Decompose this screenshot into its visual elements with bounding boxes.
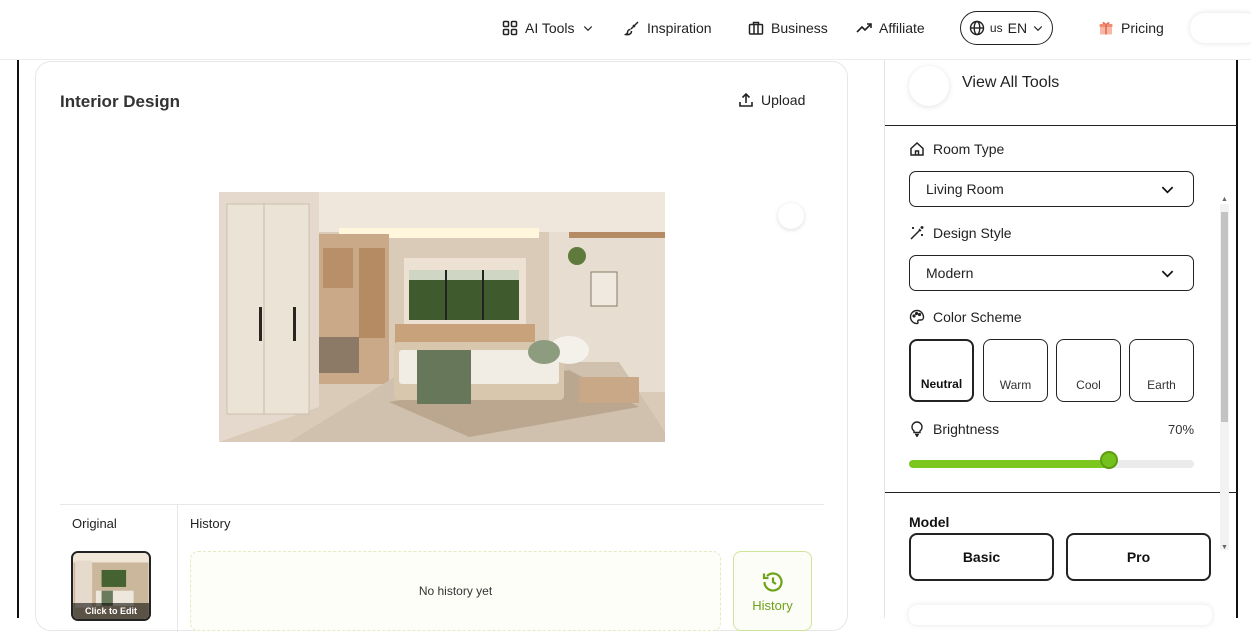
column-divider bbox=[177, 505, 178, 632]
nav-affiliate-label: Affiliate bbox=[879, 20, 925, 36]
model-basic-label: Basic bbox=[962, 549, 1001, 565]
section-divider bbox=[60, 504, 824, 505]
chevron-down-icon bbox=[1161, 270, 1174, 278]
room-type-heading: Room Type bbox=[909, 141, 1004, 157]
history-empty-state: No history yet bbox=[190, 551, 721, 631]
generate-area bbox=[909, 605, 1212, 625]
nav-ai-tools-label: AI Tools bbox=[525, 20, 575, 36]
thumbnail-caption: Click to Edit bbox=[73, 603, 149, 619]
view-all-tools-label: View All Tools bbox=[962, 74, 1060, 91]
design-style-heading: Design Style bbox=[909, 225, 1012, 241]
brush-icon bbox=[624, 21, 639, 36]
brightness-label: Brightness bbox=[933, 421, 1000, 437]
model-pro-button[interactable]: Pro bbox=[1066, 533, 1211, 581]
compare-toggle[interactable] bbox=[778, 203, 804, 229]
home-icon bbox=[910, 141, 924, 156]
brightness-slider-handle[interactable] bbox=[1100, 451, 1118, 469]
design-style-value: Modern bbox=[926, 265, 974, 281]
page-title: Interior Design bbox=[60, 92, 180, 111]
color-scheme-label: Color Scheme bbox=[933, 309, 1022, 325]
design-style-select[interactable]: Modern bbox=[909, 255, 1194, 291]
swatch-label: Warm bbox=[999, 378, 1032, 392]
settings-scroll-area: Room Type Living Room Design Style Moder… bbox=[885, 126, 1237, 551]
upload-label: Upload bbox=[761, 92, 806, 108]
nav-business-label: Business bbox=[771, 20, 828, 36]
scroll-down-arrow[interactable]: ▼ bbox=[1220, 544, 1229, 551]
nav-pricing-label: Pricing bbox=[1121, 20, 1164, 36]
model-basic-button[interactable]: Basic bbox=[909, 533, 1054, 581]
history-button[interactable]: History bbox=[733, 551, 812, 631]
room-type-value: Living Room bbox=[926, 181, 1004, 197]
editor-card: Interior Design Upload Original History … bbox=[35, 61, 848, 632]
color-scheme-warm[interactable]: Warm bbox=[983, 339, 1048, 402]
history-icon bbox=[762, 571, 783, 592]
gift-icon bbox=[1099, 22, 1113, 35]
settings-scrollbar-thumb[interactable] bbox=[1221, 212, 1228, 422]
view-all-tools[interactable]: View All Tools bbox=[885, 60, 1237, 126]
brightness-value: 70% bbox=[1168, 422, 1195, 437]
nav-affiliate[interactable]: Affiliate bbox=[856, 0, 925, 56]
settings-panel: View All Tools Room Type Living Room Des… bbox=[884, 60, 1237, 618]
briefcase-icon bbox=[748, 21, 764, 35]
language-selector[interactable]: us EN bbox=[960, 11, 1053, 45]
lightbulb-icon bbox=[911, 421, 923, 437]
swatch-label: Neutral bbox=[920, 377, 963, 391]
palette-icon bbox=[909, 309, 925, 325]
original-thumbnail[interactable]: Click to Edit bbox=[71, 551, 151, 621]
globe-icon bbox=[969, 20, 985, 36]
scroll-up-arrow[interactable]: ▲ bbox=[1220, 196, 1229, 203]
room-type-label: Room Type bbox=[933, 141, 1005, 157]
room-preview-image[interactable] bbox=[219, 192, 665, 442]
history-label: History bbox=[190, 516, 231, 531]
upload-button[interactable]: Upload bbox=[738, 92, 805, 108]
tools-avatar bbox=[909, 66, 949, 106]
nav-business[interactable]: Business bbox=[748, 0, 828, 56]
trending-up-icon bbox=[856, 23, 872, 33]
brightness-slider-fill bbox=[909, 460, 1109, 468]
design-style-label: Design Style bbox=[933, 225, 1012, 241]
model-label: Model bbox=[909, 514, 950, 530]
upload-icon bbox=[739, 92, 753, 107]
no-history-text: No history yet bbox=[418, 584, 493, 598]
color-scheme-earth[interactable]: Earth bbox=[1129, 339, 1194, 402]
magic-wand-icon bbox=[910, 226, 924, 240]
nav-inspiration[interactable]: Inspiration bbox=[624, 0, 712, 56]
nav-inspiration-label: Inspiration bbox=[647, 20, 712, 36]
chevron-down-icon bbox=[1033, 26, 1043, 32]
color-scheme-neutral[interactable]: Neutral bbox=[909, 339, 974, 402]
swatch-label: Earth bbox=[1147, 378, 1176, 392]
top-nav: AI Tools Inspiration Business Affiliate … bbox=[0, 0, 1251, 60]
room-type-select[interactable]: Living Room bbox=[909, 171, 1194, 207]
model-pro-label: Pro bbox=[1126, 549, 1151, 565]
chevron-down-icon bbox=[583, 26, 592, 32]
original-label: Original bbox=[72, 516, 117, 531]
language-code: EN bbox=[1007, 20, 1028, 36]
history-button-label: History bbox=[752, 597, 793, 613]
page-border-left bbox=[17, 60, 19, 618]
color-scheme-cool[interactable]: Cool bbox=[1056, 339, 1121, 402]
color-scheme-heading: Color Scheme bbox=[909, 309, 1022, 325]
chevron-down-icon bbox=[1161, 186, 1174, 194]
nav-pricing[interactable]: Pricing bbox=[1098, 0, 1164, 56]
language-flag: us bbox=[989, 21, 1003, 35]
nav-ai-tools[interactable]: AI Tools bbox=[502, 0, 594, 56]
grid-icon bbox=[502, 20, 518, 36]
account-button[interactable] bbox=[1190, 13, 1251, 43]
brightness-slider[interactable] bbox=[909, 460, 1194, 468]
swatch-label: Cool bbox=[1076, 378, 1101, 392]
brightness-heading: Brightness bbox=[909, 421, 999, 437]
